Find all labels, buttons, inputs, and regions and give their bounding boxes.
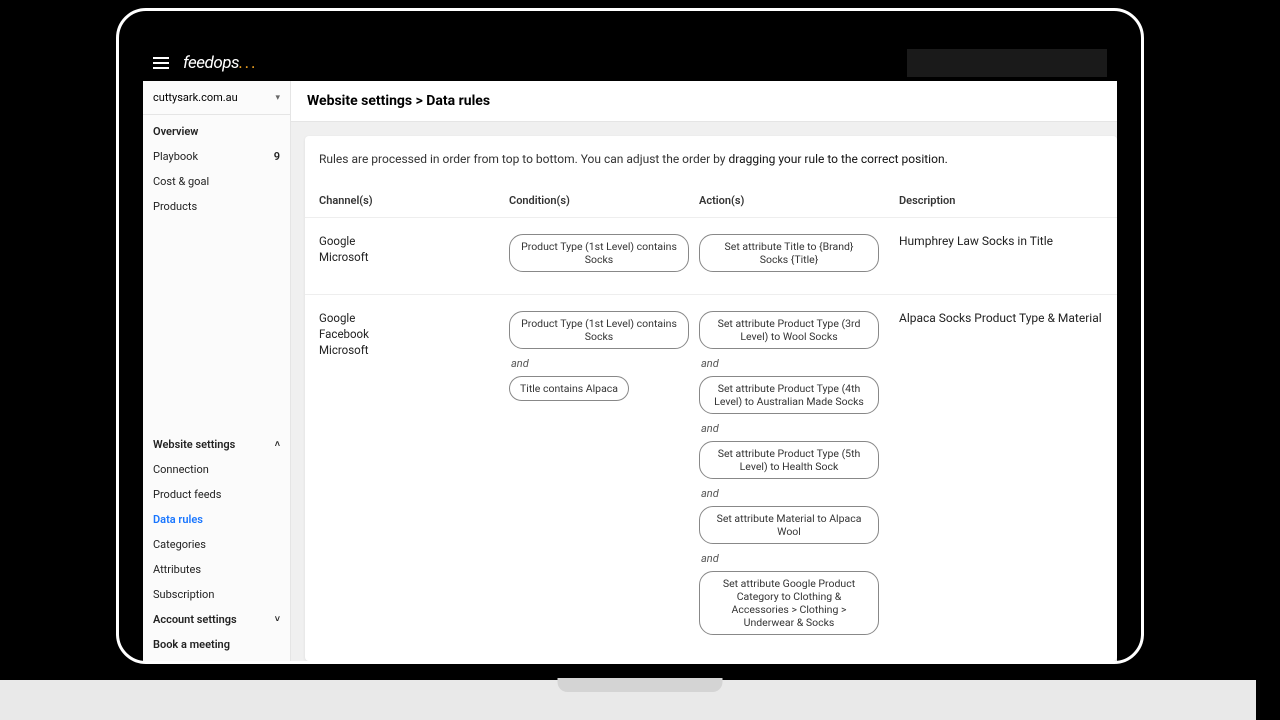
rule-row[interactable]: GoogleMicrosoftProduct Type (1st Level) …	[305, 217, 1117, 294]
menu-icon[interactable]	[153, 57, 169, 69]
action-pill[interactable]: Set attribute Google Product Category to…	[699, 571, 879, 635]
rule-conditions: Product Type (1st Level) contains Socks a…	[509, 311, 699, 641]
sidebar-item-label: Products	[153, 200, 197, 213]
rule-description: Alpaca Socks Product Type & Material	[899, 311, 1103, 641]
device-notch	[558, 678, 723, 692]
rule-row[interactable]: GoogleFacebookMicrosoftProduct Type (1st…	[305, 294, 1117, 657]
sidebar-item-label: Book a meeting	[153, 638, 230, 651]
column-description: Description	[899, 194, 1103, 207]
topbar-right-panel	[907, 49, 1107, 77]
sidebar-item[interactable]: Attributes	[143, 557, 290, 582]
column-channels: Channel(s)	[319, 194, 509, 207]
sidebar-item-label: Cost & goal	[153, 175, 209, 188]
rule-conditions: Product Type (1st Level) contains Socks	[509, 234, 699, 278]
rules-hint: Rules are processed in order from top to…	[305, 136, 1117, 194]
sidebar-item-label: Playbook	[153, 150, 198, 163]
chevron-up-icon: ˄	[275, 439, 280, 450]
rule-description: Humphrey Law Socks in Title	[899, 234, 1103, 278]
sidebar-item-label: Overview	[153, 125, 198, 138]
rule-actions: Set attribute Product Type (3rd Level) t…	[699, 311, 899, 641]
condition-pill[interactable]: Title contains Alpaca	[509, 376, 629, 401]
sidebar: cuttysark.com.au ▾ Overview Playbook 9 Cost…	[143, 81, 291, 661]
sidebar-item[interactable]: Categories	[143, 532, 290, 557]
condition-pill[interactable]: Product Type (1st Level) contains Socks	[509, 234, 689, 272]
sidebar-item[interactable]: Overview	[143, 119, 290, 144]
sidebar-item[interactable]: Products	[143, 194, 290, 219]
site-name: cuttysark.com.au	[153, 91, 238, 104]
sidebar-item-account-settings[interactable]: Account settings ˅	[143, 607, 290, 632]
chevron-down-icon: ▾	[275, 93, 280, 103]
rule-channels: GoogleMicrosoft	[319, 234, 509, 278]
column-conditions: Condition(s)	[509, 194, 699, 207]
sidebar-item[interactable]: Data rules	[143, 507, 290, 532]
rule-channels: GoogleFacebookMicrosoft	[319, 311, 509, 641]
conjunction: and	[701, 357, 899, 370]
conjunction: and	[701, 552, 899, 565]
conjunction: and	[701, 422, 899, 435]
column-actions: Action(s)	[699, 194, 899, 207]
site-selector[interactable]: cuttysark.com.au ▾	[143, 81, 290, 115]
sidebar-item-label: Website settings	[153, 438, 235, 451]
chevron-down-icon: ˅	[275, 614, 280, 625]
action-pill[interactable]: Set attribute Title to {Brand} Socks {Ti…	[699, 234, 879, 272]
condition-pill[interactable]: Product Type (1st Level) contains Socks	[509, 311, 689, 349]
action-pill[interactable]: Set attribute Product Type (4th Level) t…	[699, 376, 879, 414]
sidebar-item[interactable]: Cost & goal	[143, 169, 290, 194]
sidebar-item[interactable]: Connection	[143, 457, 290, 482]
sidebar-item[interactable]: Playbook 9	[143, 144, 290, 169]
sidebar-item[interactable]: Subscription	[143, 582, 290, 607]
topbar: feedops...	[143, 45, 1117, 81]
conjunction: and	[701, 487, 899, 500]
sidebar-item[interactable]: Product feeds	[143, 482, 290, 507]
badge: 9	[274, 150, 280, 163]
sidebar-item-website-settings[interactable]: Website settings ˄	[143, 432, 290, 457]
sidebar-item-label: Account settings	[153, 613, 237, 626]
logo: feedops...	[183, 53, 258, 73]
conjunction: and	[511, 357, 699, 370]
rules-card: Rules are processed in order from top to…	[305, 136, 1117, 661]
rule-actions: Set attribute Title to {Brand} Socks {Ti…	[699, 234, 899, 278]
breadcrumb: Website settings > Data rules	[291, 81, 1117, 122]
action-pill[interactable]: Set attribute Product Type (3rd Level) t…	[699, 311, 879, 349]
action-pill[interactable]: Set attribute Material to Alpaca Wool	[699, 506, 879, 544]
action-pill[interactable]: Set attribute Product Type (5th Level) t…	[699, 441, 879, 479]
table-header: Channel(s) Condition(s) Action(s) Descri…	[305, 194, 1117, 217]
sidebar-item-book-meeting[interactable]: Book a meeting	[143, 632, 290, 657]
